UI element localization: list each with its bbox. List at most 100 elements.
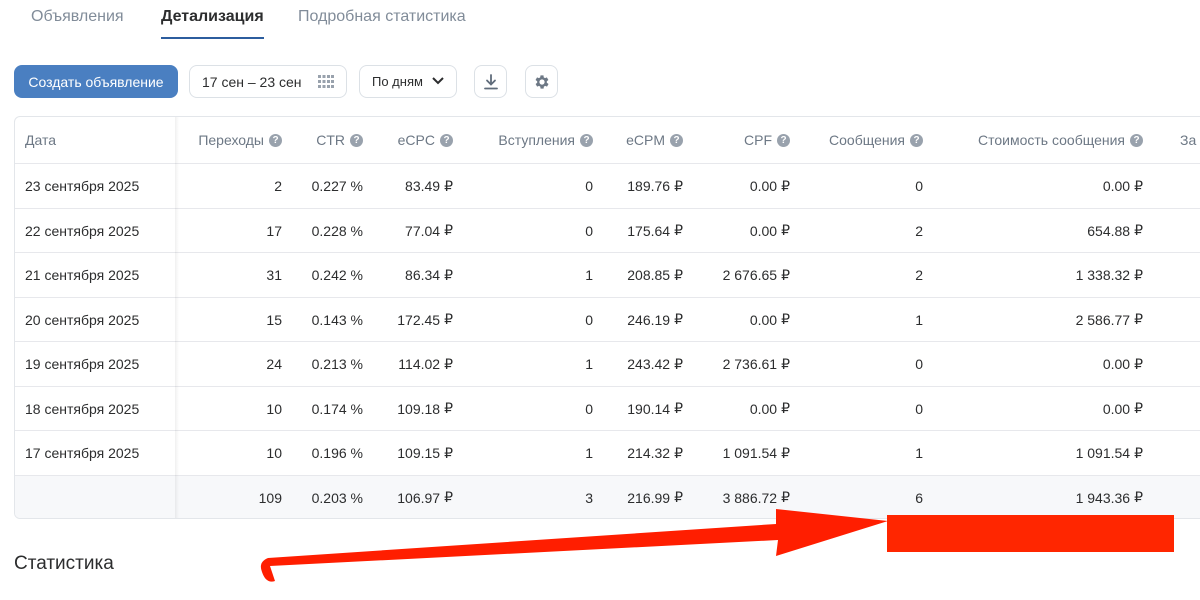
- annotation-redaction-box: [887, 515, 1174, 552]
- col-label: eCPM: [626, 132, 665, 148]
- col-cut-off[interactable]: За: [1180, 117, 1196, 163]
- col-clicks[interactable]: Переходы?: [175, 117, 282, 163]
- cell-value: 2 586.77: [1075, 311, 1131, 328]
- ruble-sign: ₽: [1134, 177, 1143, 194]
- ruble-sign: ₽: [1134, 355, 1143, 372]
- ruble-sign: ₽: [1134, 400, 1143, 416]
- download-icon: [483, 73, 498, 89]
- cell-ecpc: 114.02 ₽: [363, 342, 453, 386]
- cell-value: 77.04: [405, 222, 441, 239]
- cell-value: 208.85: [627, 267, 671, 283]
- cell-value: 0.00: [749, 400, 778, 417]
- period-select[interactable]: По дням: [359, 65, 457, 98]
- cell-clicks: 17: [175, 209, 282, 253]
- help-icon[interactable]: ?: [350, 133, 363, 147]
- col-joins[interactable]: Вступления?: [453, 117, 593, 163]
- cell-value: 0: [585, 400, 593, 417]
- cell-date: 20 сентября 2025: [25, 298, 175, 342]
- cell-ecpc: 106.97 ₽: [363, 476, 453, 519]
- col-ecpm[interactable]: eCPM?: [593, 117, 683, 163]
- cell-date: [25, 476, 175, 519]
- table-header: Дата Переходы? CTR? eCPC? Вступления? eC…: [15, 117, 1200, 163]
- cell-msg-cost: 1 338.32 ₽: [923, 253, 1143, 297]
- cell-joins: 1: [453, 342, 593, 386]
- cell-value: 0.174 %: [311, 400, 363, 417]
- cell-joins: 0: [453, 387, 593, 431]
- ruble-sign: ₽: [781, 355, 790, 372]
- ruble-sign: ₽: [1134, 311, 1143, 327]
- cell-value: 0: [585, 311, 593, 328]
- tab-details[interactable]: Детализация: [161, 8, 264, 39]
- table-row: 17 сентября 2025 10 0.196 % 109.15 ₽1 214.32 ₽…: [15, 430, 1200, 475]
- cell-value: 3: [585, 489, 593, 506]
- cell-messages: 1: [790, 298, 923, 342]
- help-icon[interactable]: ?: [440, 133, 453, 147]
- cell-value: 0.213 %: [311, 356, 363, 372]
- cell-value: 1: [915, 445, 923, 461]
- help-icon[interactable]: ?: [580, 133, 593, 147]
- cell-joins: 0: [453, 164, 593, 208]
- ruble-sign: ₽: [444, 311, 453, 327]
- ruble-sign: ₽: [1134, 444, 1143, 461]
- ruble-sign: ₽: [444, 355, 453, 372]
- help-icon[interactable]: ?: [1130, 133, 1143, 147]
- col-label: Переходы: [198, 132, 264, 148]
- cell-ecpc: 172.45 ₽: [363, 298, 453, 342]
- col-ecpc[interactable]: eCPC?: [363, 117, 453, 163]
- cell-value: 0: [585, 178, 593, 194]
- cell-clicks: 2: [175, 164, 282, 208]
- settings-button[interactable]: [525, 65, 558, 98]
- gear-icon: [535, 74, 549, 89]
- cell-ecpm: 246.19 ₽: [593, 298, 683, 342]
- download-button[interactable]: [474, 65, 507, 98]
- cell-value: 0.203 %: [311, 489, 363, 506]
- ruble-sign: ₽: [781, 400, 790, 416]
- ruble-sign: ₽: [444, 266, 453, 283]
- cell-value: 216.99: [627, 489, 671, 506]
- help-icon[interactable]: ?: [670, 133, 683, 147]
- table-row: 21 сентября 2025 31 0.242 % 86.34 ₽1 208.85 ₽2…: [15, 252, 1200, 297]
- create-ad-button[interactable]: Создать объявление: [14, 65, 178, 98]
- cell-clicks: 31: [175, 253, 282, 297]
- cell-messages: 0: [790, 387, 923, 431]
- col-label: CPF: [744, 132, 772, 148]
- help-icon[interactable]: ?: [910, 133, 923, 147]
- tab-detailed-stats[interactable]: Подробная статистика: [298, 8, 466, 26]
- cell-value: 86.34: [405, 267, 441, 283]
- ruble-sign: ₽: [674, 266, 683, 283]
- col-cpf[interactable]: CPF?: [683, 117, 790, 163]
- cell-msg-cost: 0.00 ₽: [923, 164, 1143, 208]
- cell-value: 2 736.61: [722, 356, 778, 372]
- cell-ecpc: 109.18 ₽: [363, 387, 453, 431]
- cell-value: 0: [915, 178, 923, 194]
- cell-value: 172.45: [397, 311, 441, 328]
- cell-ctr: 0.203 %: [282, 476, 363, 519]
- table-row: 23 сентября 2025 2 0.227 % 83.49 ₽0 189.76 ₽0.…: [15, 163, 1200, 208]
- cell-value: 18 сентября 2025: [25, 400, 140, 417]
- cell-ctr: 0.196 %: [282, 431, 363, 475]
- ruble-sign: ₽: [781, 177, 790, 194]
- col-ctr[interactable]: CTR?: [282, 117, 363, 163]
- ruble-sign: ₽: [781, 444, 790, 461]
- help-icon[interactable]: ?: [269, 133, 282, 147]
- col-label: Сообщения: [829, 132, 905, 148]
- cell-value: 106.97: [397, 489, 441, 506]
- ruble-sign: ₽: [781, 266, 790, 283]
- cell-value: 0.00: [749, 178, 778, 194]
- tab-ads[interactable]: Объявления: [31, 8, 124, 26]
- cell-value: 0.143 %: [311, 311, 363, 328]
- cell-value: 6: [915, 489, 923, 506]
- col-messages[interactable]: Сообщения?: [790, 117, 923, 163]
- table-row: 20 сентября 2025 15 0.143 % 172.45 ₽0 246.19 ₽…: [15, 296, 1200, 342]
- cell-value: 1 091.54: [722, 445, 778, 461]
- cell-msg-cost: 0.00 ₽: [923, 387, 1143, 431]
- help-icon[interactable]: ?: [777, 133, 790, 147]
- cell-ecpm: 189.76 ₽: [593, 164, 683, 208]
- date-range-picker[interactable]: 17 сен – 23 сен: [189, 65, 347, 98]
- cell-messages: 2: [790, 209, 923, 253]
- col-date[interactable]: Дата: [25, 117, 56, 163]
- cell-ctr: 0.174 %: [282, 387, 363, 431]
- cell-msg-cost: 2 586.77 ₽: [923, 298, 1143, 342]
- cell-value: 24: [266, 356, 282, 372]
- col-message-cost[interactable]: Стоимость сообщения?: [923, 117, 1143, 163]
